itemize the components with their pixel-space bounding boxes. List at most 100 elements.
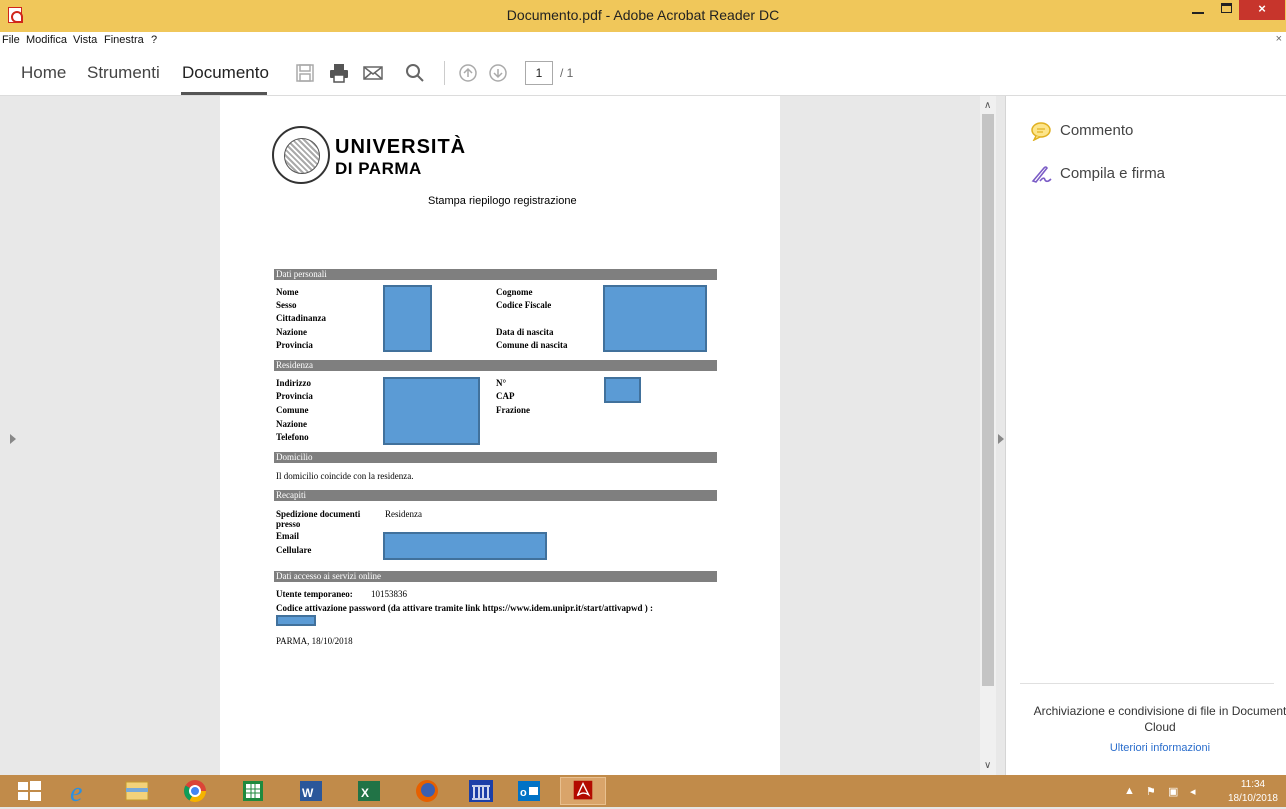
scroll-down-icon[interactable]: ∨: [984, 760, 991, 771]
tab-home[interactable]: Home: [21, 63, 66, 83]
library-icon[interactable]: [458, 777, 504, 805]
right-panel-divider: [1020, 683, 1274, 684]
calculator-icon[interactable]: [230, 777, 276, 805]
flag-icon[interactable]: ⚑: [1146, 785, 1156, 798]
taskbar: e W X o ▲ ⚑ ▣ ◂ 11:34 18/10/2018: [0, 775, 1286, 807]
section-domicile: Domicilio: [274, 452, 717, 463]
pdf-page: UNIVERSITÀ DI PARMA Stampa riepilogo reg…: [220, 96, 780, 775]
svg-text:e: e: [70, 777, 82, 805]
title-bar: Documento.pdf - Adobe Acrobat Reader DC …: [0, 0, 1286, 32]
more-info-link[interactable]: Ulteriori informazioni: [1030, 742, 1286, 754]
page-margin: [780, 96, 980, 775]
menu-modifica[interactable]: Modifica: [26, 34, 67, 46]
svg-text:o: o: [520, 787, 527, 799]
active-tab-indicator: [181, 92, 267, 95]
label-cellulare: Cellulare: [276, 545, 312, 555]
svg-text:W: W: [302, 786, 314, 800]
user-value: 10153836: [371, 589, 407, 599]
document-subtitle: Stampa riepilogo registrazione: [428, 195, 577, 207]
menu-file[interactable]: File: [2, 34, 20, 46]
label-nome: Nome: [276, 287, 299, 297]
section-contacts: Recapiti: [274, 490, 717, 501]
label-codice-fiscale: Codice Fiscale: [496, 300, 552, 310]
previous-page-icon[interactable]: [457, 62, 479, 84]
label-nazione: Nazione: [276, 327, 307, 337]
domicile-text: Il domicilio coincide con la residenza.: [276, 471, 414, 481]
section-residence: Residenza: [274, 360, 717, 371]
scrollbar-thumb[interactable]: [982, 114, 994, 686]
tool-compila-firma[interactable]: Compila e firma: [1030, 164, 1165, 184]
minimize-button[interactable]: [1185, 0, 1211, 20]
volume-icon[interactable]: ◂: [1190, 785, 1196, 798]
tool-commento[interactable]: Commento: [1030, 121, 1133, 141]
window-title: Documento.pdf - Adobe Acrobat Reader DC: [506, 7, 780, 23]
vertical-scrollbar[interactable]: ∧ ∨: [980, 96, 996, 775]
system-tray: ▲ ⚑ ▣ ◂ 11:34 18/10/2018: [1116, 775, 1286, 807]
network-icon[interactable]: ▣: [1168, 785, 1178, 798]
label-numero: N°: [496, 378, 507, 388]
excel-icon[interactable]: X: [346, 777, 392, 805]
tool-compila-firma-label: Compila e firma: [1060, 164, 1166, 182]
redacted-box: [383, 377, 480, 445]
tool-commento-label: Commento: [1060, 121, 1134, 139]
tab-strumenti[interactable]: Strumenti: [87, 63, 160, 83]
comment-icon: [1031, 122, 1051, 141]
left-panel: [0, 96, 220, 775]
maximize-button[interactable]: [1213, 0, 1239, 20]
university-name-line2: DI PARMA: [335, 159, 422, 178]
chrome-icon[interactable]: [172, 777, 218, 805]
menu-vista[interactable]: Vista: [73, 34, 97, 46]
label-provincia: Provincia: [276, 340, 313, 350]
label-telefono: Telefono: [276, 432, 309, 442]
firefox-icon[interactable]: [404, 777, 450, 805]
label-provincia-res: Provincia: [276, 391, 313, 401]
label-data-nascita: Data di nascita: [496, 327, 554, 337]
section-personal: Dati personali: [274, 269, 717, 280]
label-indirizzo: Indirizzo: [276, 378, 311, 388]
label-presso: presso: [276, 519, 301, 529]
label-codice-attivazione: Codice attivazione password (da attivare…: [276, 603, 653, 613]
label-utente: Utente temporaneo:: [276, 589, 353, 599]
label-frazione: Frazione: [496, 405, 530, 415]
right-panel: Commento Compila e firma Archiviazione e…: [1006, 96, 1286, 775]
fill-sign-icon: [1031, 166, 1052, 183]
label-email: Email: [276, 531, 300, 541]
close-document-icon[interactable]: ×: [1276, 33, 1282, 45]
outlook-icon[interactable]: o: [506, 777, 552, 805]
toolbar-separator: [444, 61, 445, 85]
windows-start-icon[interactable]: [14, 777, 44, 805]
acrobat-taskbar-icon: [573, 780, 593, 800]
svg-text:X: X: [361, 786, 369, 800]
tray-expand-icon[interactable]: ▲: [1124, 785, 1135, 797]
label-comune-nascita: Comune di nascita: [496, 340, 568, 350]
label-cap: CAP: [496, 391, 515, 401]
email-icon[interactable]: [362, 62, 384, 84]
label-cittadinanza: Cittadinanza: [276, 313, 327, 323]
shipping-value: Residenza: [385, 509, 422, 519]
page-number-input[interactable]: 1: [525, 61, 553, 85]
menu-help[interactable]: ?: [151, 34, 157, 46]
label-nazione-res: Nazione: [276, 419, 307, 429]
tab-documento[interactable]: Documento: [182, 63, 269, 83]
save-icon[interactable]: [294, 62, 316, 84]
label-sesso: Sesso: [276, 300, 297, 310]
collapse-right-panel-icon[interactable]: [998, 434, 1004, 444]
internet-explorer-icon[interactable]: e: [56, 777, 102, 805]
acrobat-taskbar-button[interactable]: [560, 777, 606, 805]
scroll-up-icon[interactable]: ∧: [984, 100, 991, 111]
close-button[interactable]: ×: [1239, 0, 1285, 20]
menu-finestra[interactable]: Finestra: [104, 34, 144, 46]
search-icon[interactable]: [404, 62, 426, 84]
redacted-box: [603, 285, 707, 352]
university-seal-logo: [272, 126, 330, 184]
section-access: Dati accesso ai servizi online: [274, 571, 717, 582]
clock-time: 11:34: [1240, 779, 1266, 790]
clock[interactable]: 11:34 18/10/2018: [1228, 778, 1278, 806]
next-page-icon[interactable]: [487, 62, 509, 84]
print-icon[interactable]: [328, 62, 350, 84]
word-icon[interactable]: W: [288, 777, 334, 805]
file-explorer-icon[interactable]: [114, 777, 160, 805]
page-total: / 1: [560, 66, 574, 80]
expand-left-panel-icon[interactable]: [10, 434, 16, 444]
redacted-box: [383, 285, 432, 352]
